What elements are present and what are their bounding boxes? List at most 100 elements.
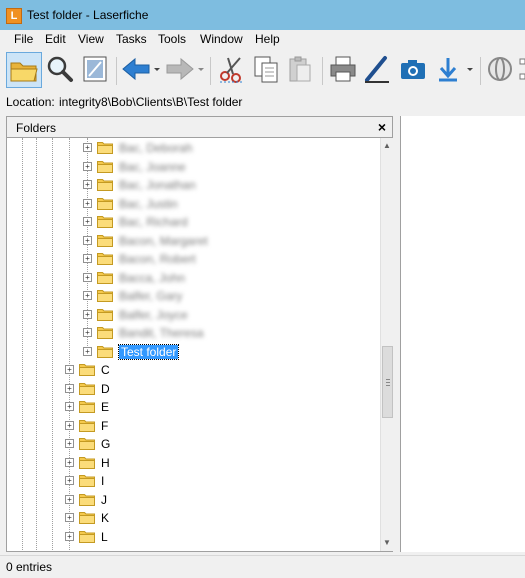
expand-plus-icon[interactable]: + (65, 513, 74, 522)
expand-plus-icon[interactable]: + (83, 235, 92, 245)
tree-node-label: H (101, 455, 110, 470)
folder-icon (79, 512, 95, 524)
expand-plus-icon[interactable]: + (83, 346, 92, 356)
expand-plus-icon[interactable]: + (83, 309, 92, 319)
menu-tools[interactable]: Tools (158, 32, 186, 46)
web-access-button[interactable] (485, 52, 517, 88)
back-button[interactable] (120, 52, 162, 88)
toolbar-overflow[interactable] (518, 52, 525, 88)
tree-node[interactable]: + Bac, Richard (7, 213, 377, 231)
tree-node-selected[interactable]: + Test folder (7, 343, 377, 361)
tree-node-label: Bac, Deborah (119, 141, 193, 155)
expand-plus-icon[interactable]: + (65, 457, 74, 467)
expand-plus-icon[interactable]: + (65, 531, 74, 541)
tree-scrollbar[interactable]: ▲ ▼ (380, 138, 394, 551)
tree-node-label: Balfer, Joyce (119, 307, 188, 322)
folders-panel-title: Folders (16, 121, 57, 135)
tree-node[interactable]: + C (7, 361, 377, 379)
tree-node[interactable]: + L (7, 528, 377, 546)
folder-tree[interactable]: + Bac, Deborah + Bac, Joanne + Bac, Jonathan +… (6, 138, 393, 552)
tree-node[interactable]: + Bac, Joanne (7, 158, 377, 176)
tree-node[interactable]: + I (7, 472, 377, 490)
expand-plus-icon[interactable]: + (83, 217, 92, 226)
menu-window[interactable]: Window (200, 32, 243, 46)
entry-list-pane[interactable] (400, 116, 525, 552)
scan-button[interactable] (361, 52, 393, 88)
open-folder-button[interactable] (6, 52, 42, 88)
copy-button[interactable] (250, 52, 282, 88)
expand-plus-icon[interactable]: + (65, 439, 74, 448)
tree-node[interactable]: + Bac, Deborah (7, 139, 377, 157)
tree-node[interactable]: + Balfer, Gary (7, 287, 377, 305)
expand-plus-icon[interactable]: + (65, 476, 74, 485)
tree-node[interactable]: + K (7, 509, 377, 527)
folder-icon (97, 345, 113, 358)
tree-node[interactable]: + J (7, 491, 377, 509)
menu-file[interactable]: File (14, 32, 33, 46)
expand-plus-icon[interactable]: + (83, 272, 92, 282)
tree-node[interactable]: + Bacon, Margaret (7, 232, 377, 250)
expand-plus-icon[interactable]: + (65, 383, 74, 393)
tree-node[interactable]: + Bacon, Robert (7, 250, 377, 268)
tree-node-label: Bacca, John (119, 270, 186, 285)
folder-icon (79, 401, 95, 413)
forward-button[interactable] (164, 52, 206, 88)
menu-tasks[interactable]: Tasks (116, 32, 147, 46)
cut-button[interactable] (216, 52, 248, 88)
folder-icon (79, 364, 95, 376)
title-bar: L Test folder - Laserfiche (0, 0, 525, 30)
scroll-up-arrow-icon[interactable]: ▲ (383, 141, 391, 150)
tree-node[interactable]: + G (7, 435, 377, 453)
tree-node-label: Bacon, Robert (119, 252, 196, 266)
tree-node[interactable]: + D (7, 380, 377, 398)
folder-icon (97, 216, 113, 228)
tree-node-label: Bacon, Margaret (119, 233, 208, 248)
scroll-down-arrow-icon[interactable]: ▼ (383, 538, 391, 547)
expand-plus-icon[interactable]: + (83, 161, 92, 171)
view-document-button[interactable] (79, 52, 111, 88)
folder-icon (79, 456, 95, 469)
tree-node[interactable]: + Bac, Jonathan (7, 176, 377, 194)
tree-node[interactable]: + E (7, 398, 377, 416)
scroll-thumb[interactable] (382, 346, 393, 418)
tree-node[interactable]: + Bacca, John (7, 269, 377, 287)
menu-help[interactable]: Help (255, 32, 280, 46)
window-title: Test folder - Laserfiche (27, 8, 149, 22)
menu-edit[interactable]: Edit (45, 32, 66, 46)
expand-plus-icon[interactable]: + (83, 143, 92, 152)
expand-plus-icon[interactable]: + (83, 291, 92, 300)
expand-plus-icon[interactable]: + (83, 254, 92, 263)
expand-plus-icon[interactable]: + (65, 402, 74, 411)
tree-node[interactable]: + H (7, 454, 377, 472)
folder-icon (97, 290, 113, 302)
expand-plus-icon[interactable]: + (83, 328, 92, 337)
expand-plus-icon[interactable]: + (83, 198, 92, 208)
print-button[interactable] (327, 52, 359, 88)
expand-plus-icon[interactable]: + (65, 365, 74, 374)
tree-node[interactable]: + F (7, 417, 377, 435)
snapshot-button[interactable] (396, 52, 430, 88)
tree-node-label: Bac, Richard (119, 215, 188, 229)
tree-node[interactable]: + Balfer, Joyce (7, 306, 377, 324)
paste-button[interactable] (284, 52, 316, 88)
menu-view[interactable]: View (78, 32, 104, 46)
globe-icon (488, 57, 512, 81)
toolbar-separator (322, 57, 323, 85)
folder-icon (97, 327, 113, 339)
folder-icon (79, 475, 95, 487)
search-button[interactable] (44, 52, 76, 88)
expand-plus-icon[interactable]: + (83, 180, 92, 189)
expand-plus-icon[interactable]: + (65, 494, 74, 504)
folder-icon (97, 160, 113, 173)
import-button[interactable] (433, 52, 477, 88)
location-path[interactable]: integrity8\Bob\Clients\B\Test folder (59, 95, 242, 109)
camera-icon (401, 60, 425, 79)
tree-node[interactable]: + Bandit, Theresa (7, 324, 377, 342)
tree-node-label: Bac, Justin (119, 196, 178, 211)
tree-node-label: E (101, 400, 110, 414)
close-icon[interactable]: × (378, 119, 386, 135)
tree-node[interactable]: + Bac, Justin (7, 195, 377, 213)
expand-plus-icon[interactable]: + (65, 420, 74, 430)
paste-icon (289, 56, 311, 82)
status-text: 0 entries (6, 560, 53, 574)
